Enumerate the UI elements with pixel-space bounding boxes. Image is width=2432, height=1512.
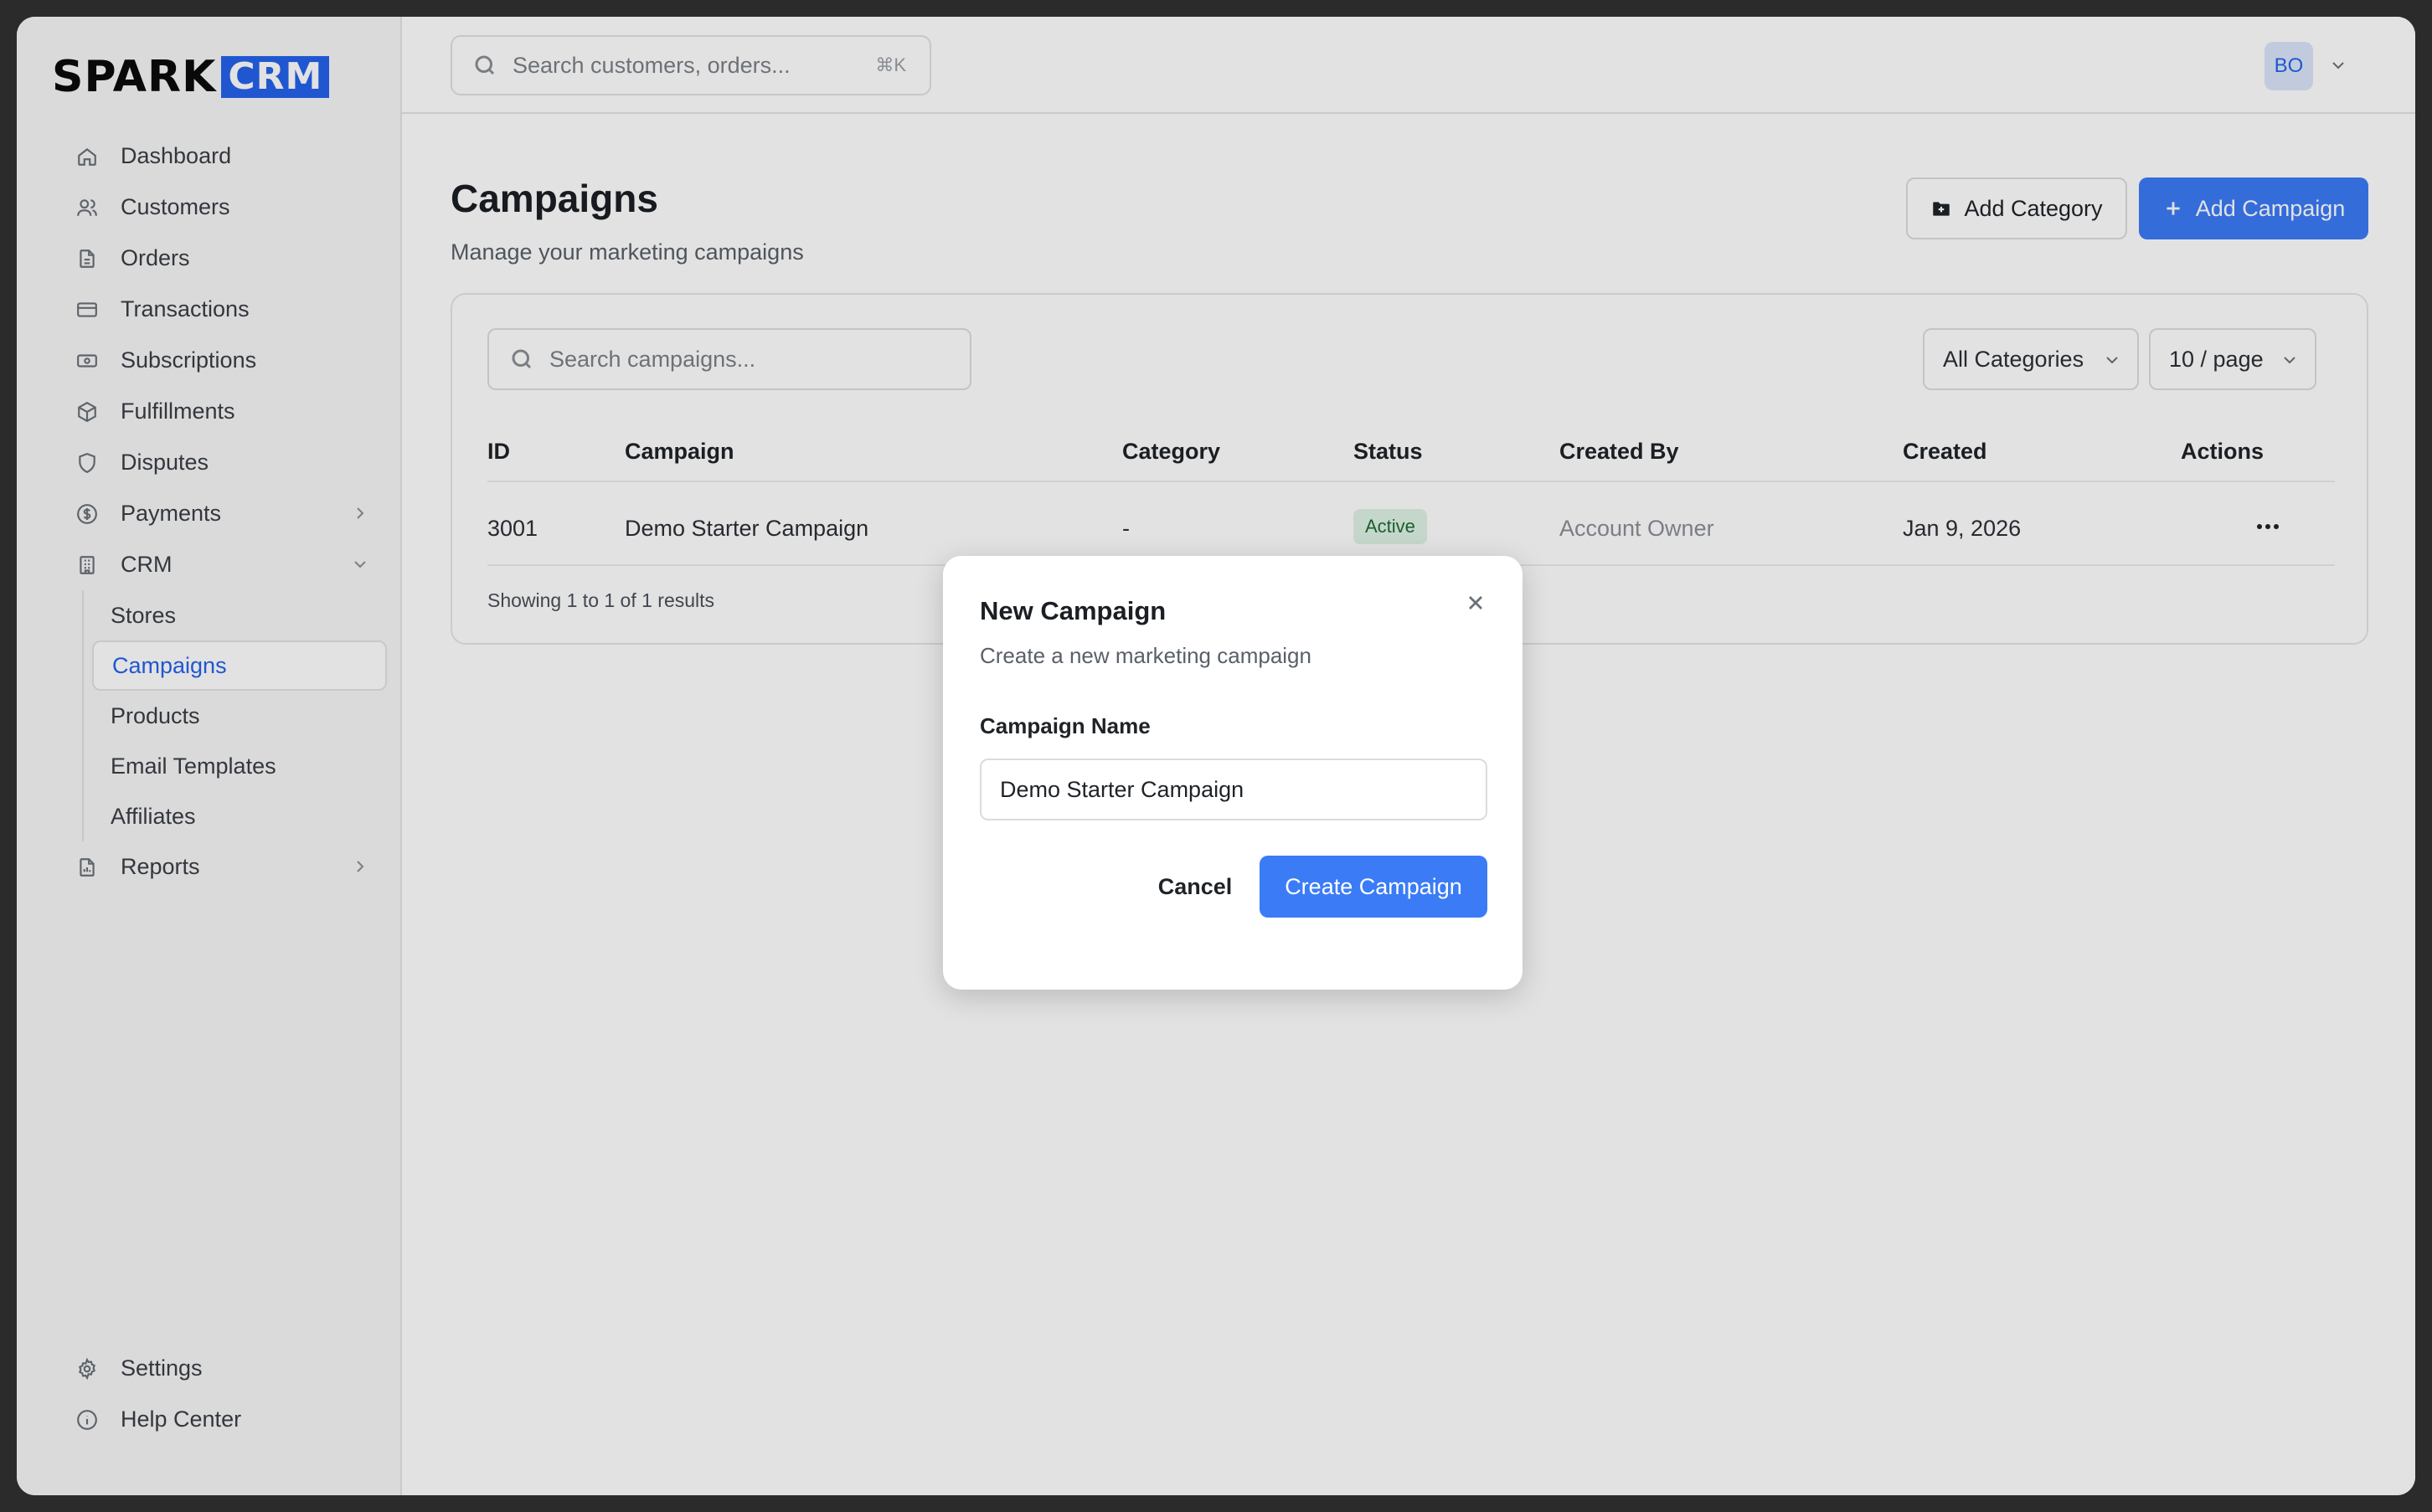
cancel-button[interactable]: Cancel xyxy=(1132,856,1258,918)
new-campaign-dialog: New Campaign Create a new marketing camp… xyxy=(943,556,1523,990)
campaign-name-label: Campaign Name xyxy=(980,713,1151,738)
create-campaign-button[interactable]: Create Campaign xyxy=(1260,856,1487,918)
campaign-name-field[interactable] xyxy=(980,759,1487,820)
close-icon xyxy=(1469,596,1482,609)
close-button[interactable] xyxy=(1464,591,1491,618)
app-window: SPARK CRM Dashboard Customers Orders Tra… xyxy=(17,17,2415,1495)
dialog-subtitle: Create a new marketing campaign xyxy=(980,643,1311,668)
dialog-title: New Campaign xyxy=(980,596,1167,625)
